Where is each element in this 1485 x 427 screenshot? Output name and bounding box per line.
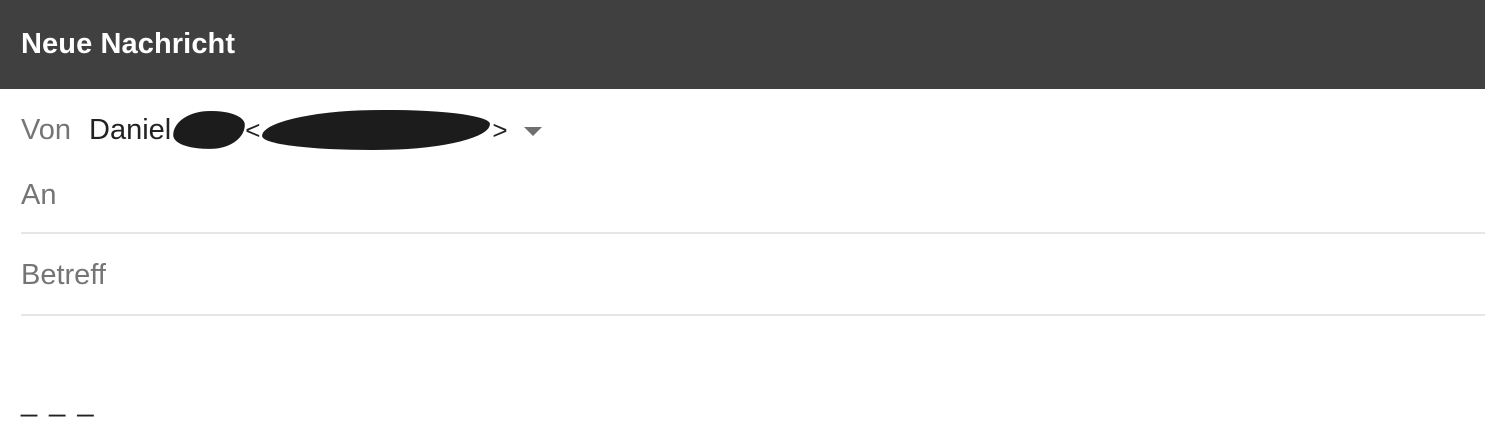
to-row — [21, 170, 1485, 234]
compose-window: Neue Nachricht Von Daniel < > _ _ _ — [0, 0, 1485, 427]
arrow-drop-down-icon[interactable] — [523, 126, 542, 136]
from-sender-name[interactable]: Daniel — [89, 114, 171, 147]
redaction-mark — [172, 109, 247, 151]
to-input[interactable] — [21, 170, 1485, 220]
compose-header[interactable]: Neue Nachricht — [0, 0, 1485, 89]
from-open-angle: < — [245, 115, 261, 145]
from-row: Von Daniel < > — [21, 108, 1485, 152]
from-label: Von — [21, 113, 71, 146]
subject-row — [21, 250, 1485, 316]
compose-title: Neue Nachricht — [21, 28, 236, 60]
subject-input[interactable] — [21, 250, 1485, 300]
from-close-angle: > — [492, 115, 508, 145]
redaction-mark — [262, 108, 491, 152]
signature-separator: _ _ _ — [21, 386, 96, 418]
message-body[interactable]: _ _ _ — [21, 318, 1485, 427]
